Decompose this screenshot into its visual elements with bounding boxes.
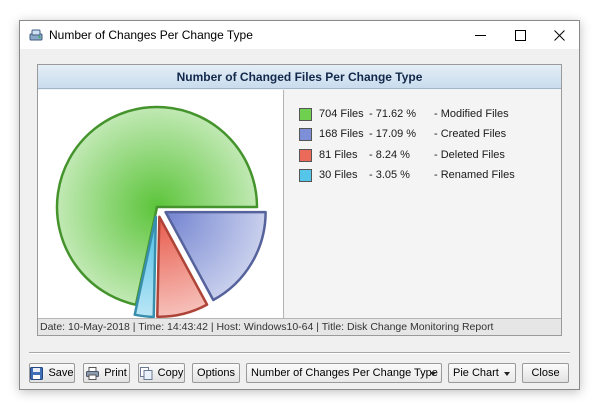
report-window: Number of Changes Per Change Type Number…: [19, 20, 580, 390]
pie-area: [38, 90, 284, 319]
separator: [29, 352, 570, 354]
window-title: Number of Changes Per Change Type: [49, 28, 253, 42]
chart-panel: Number of Changed Files Per Change Type …: [37, 64, 562, 336]
pie-chart: [55, 105, 267, 319]
legend-type: - Deleted Files: [434, 149, 505, 161]
legend-percent: - 71.62 %: [369, 108, 417, 120]
copy-button[interactable]: Copy: [138, 363, 185, 383]
save-label: Save: [48, 367, 74, 379]
chart-footer: Date: 10-May-2018 | Time: 14:43:42 | Hos…: [38, 318, 561, 335]
legend-percent: - 17.09 %: [369, 128, 417, 140]
save-icon: [30, 366, 44, 380]
legend-percent: - 3.05 %: [369, 169, 410, 181]
legend-swatch-created: [299, 128, 312, 141]
legend-type: - Modified Files: [434, 108, 509, 120]
copy-icon: [139, 366, 153, 380]
close-window-button[interactable]: [539, 21, 579, 49]
legend-item-modified: 704 Files - 71.62 % - Modified Files: [299, 108, 559, 122]
legend-percent: - 8.24 %: [369, 149, 410, 161]
legend-item-deleted: 81 Files - 8.24 % - Deleted Files: [299, 149, 559, 163]
disk-monitor-icon: [29, 28, 43, 42]
chart-type-select[interactable]: Pie Chart: [448, 363, 516, 383]
print-button[interactable]: Print: [83, 363, 130, 383]
close-icon: [553, 29, 565, 41]
options-button[interactable]: Options: [192, 363, 240, 383]
legend-count: 30 Files: [319, 169, 358, 181]
legend-item-renamed: 30 Files - 3.05 % - Renamed Files: [299, 169, 559, 183]
print-label: Print: [104, 367, 127, 379]
legend-count: 704 Files: [319, 108, 364, 120]
report-type-value: Number of Changes Per Change Type: [251, 367, 438, 379]
chevron-down-icon: [504, 372, 510, 376]
minimize-button[interactable]: [460, 21, 500, 49]
legend-swatch-renamed: [299, 169, 312, 182]
client-area: Number of Changed Files Per Change Type …: [20, 49, 579, 389]
legend-count: 81 Files: [319, 149, 358, 161]
legend-type: - Created Files: [434, 128, 507, 140]
chart-title: Number of Changed Files Per Change Type: [176, 69, 423, 84]
legend-swatch-deleted: [299, 149, 312, 162]
legend-swatch-modified: [299, 108, 312, 121]
copy-label: Copy: [157, 367, 184, 379]
close-button[interactable]: Close: [522, 363, 569, 383]
printer-icon: [86, 366, 100, 380]
title-bar[interactable]: Number of Changes Per Change Type: [20, 21, 579, 49]
chart-header: Number of Changed Files Per Change Type: [38, 65, 561, 89]
save-button[interactable]: Save: [29, 363, 75, 383]
maximize-button[interactable]: [500, 21, 540, 49]
legend: 704 Files - 71.62 % - Modified Files 168…: [285, 90, 561, 318]
legend-count: 168 Files: [319, 128, 364, 140]
chart-type-value: Pie Chart: [453, 367, 499, 379]
report-type-select[interactable]: Number of Changes Per Change Type: [246, 363, 442, 383]
legend-item-created: 168 Files - 17.09 % - Created Files: [299, 128, 559, 142]
chevron-down-icon: [430, 372, 436, 376]
maximize-icon: [514, 29, 526, 41]
legend-type: - Renamed Files: [434, 169, 515, 181]
minimize-icon: [474, 34, 486, 36]
